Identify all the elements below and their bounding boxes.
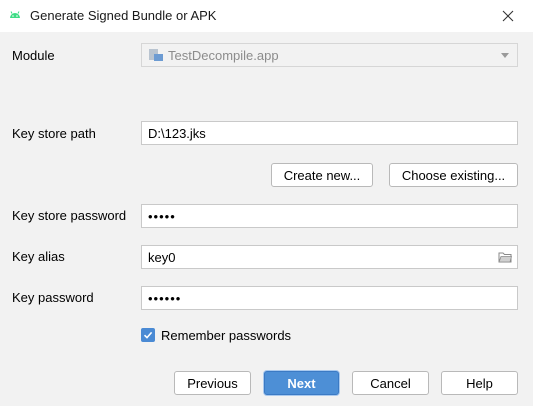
check-icon [143,331,153,339]
key-store-path-input[interactable]: D:\123.jks [141,121,518,145]
key-alias-value: key0 [148,249,176,265]
choose-existing-button[interactable]: Choose existing... [389,163,518,187]
module-label: Module [12,48,55,63]
folder-icon[interactable] [498,251,512,263]
key-store-password-input[interactable]: ••••• [141,204,518,228]
next-button[interactable]: Next [264,371,339,395]
key-password-label: Key password [12,290,94,305]
key-store-password-label: Key store password [12,208,127,223]
close-icon [502,10,514,22]
create-new-button[interactable]: Create new... [271,163,373,187]
key-store-password-value: ••••• [148,208,176,224]
cancel-button[interactable]: Cancel [352,371,429,395]
window-title: Generate Signed Bundle or APK [30,8,217,23]
help-button[interactable]: Help [441,371,518,395]
key-alias-input[interactable]: key0 [141,245,518,269]
module-select[interactable]: TestDecompile.app [141,43,518,67]
remember-passwords-checkbox[interactable] [141,328,155,342]
android-icon [8,8,22,22]
close-button[interactable] [495,3,521,29]
remember-passwords-label[interactable]: Remember passwords [161,328,291,343]
previous-button[interactable]: Previous [174,371,251,395]
dialog-window: Generate Signed Bundle or APK Module Tes… [0,0,533,406]
key-store-path-value: D:\123.jks [148,125,206,141]
title-bar: Generate Signed Bundle or APK [0,0,533,32]
key-password-input[interactable]: •••••• [141,286,518,310]
key-password-value: •••••• [148,290,182,306]
key-alias-label: Key alias [12,249,65,264]
chevron-down-icon [501,53,509,58]
module-value: TestDecompile.app [168,47,279,63]
key-store-path-label: Key store path [12,126,96,141]
module-icon [149,49,163,61]
